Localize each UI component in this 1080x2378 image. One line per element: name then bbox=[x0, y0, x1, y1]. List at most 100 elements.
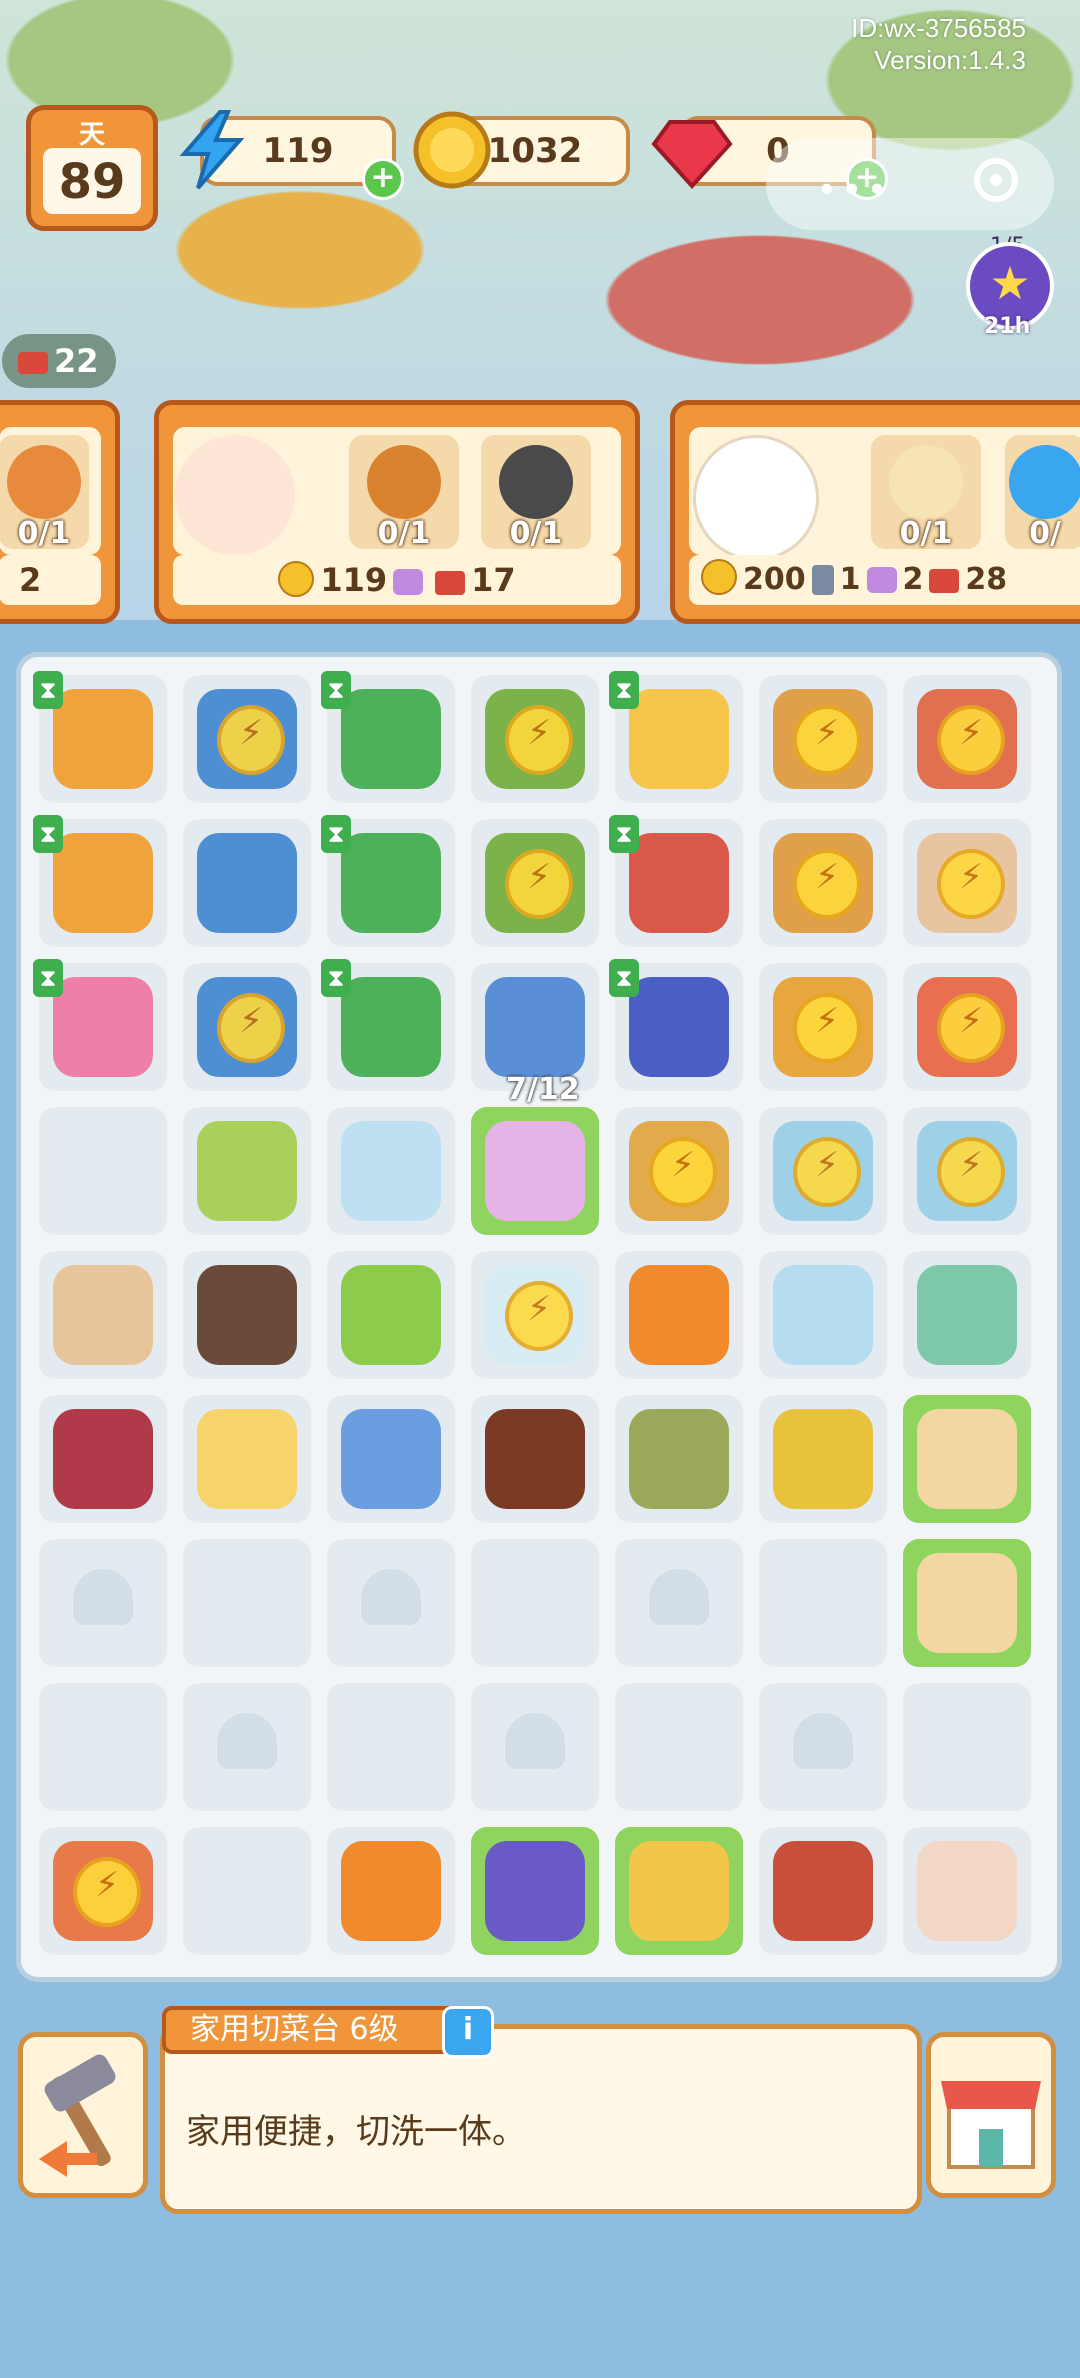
board-cell[interactable]: ⧗ bbox=[33, 671, 167, 803]
order-card-2[interactable]: 0/1 0/1 119 17 bbox=[154, 400, 640, 624]
hourglass-icon: ⧗ bbox=[609, 959, 639, 997]
board-cell[interactable] bbox=[327, 1395, 455, 1523]
board-cell[interactable] bbox=[39, 1683, 167, 1811]
card-icon bbox=[811, 565, 834, 595]
item-name-tag: 家用切菜台 6级 bbox=[162, 2006, 482, 2054]
board-cell[interactable] bbox=[903, 675, 1031, 803]
board-cell[interactable] bbox=[327, 1539, 455, 1667]
board-cell[interactable]: ⧗ bbox=[33, 815, 167, 947]
board-cell[interactable] bbox=[615, 1107, 743, 1235]
order-reward: 2 bbox=[0, 555, 101, 605]
board-cell[interactable] bbox=[327, 1827, 455, 1955]
board-cell[interactable] bbox=[615, 1683, 743, 1811]
board-cell[interactable] bbox=[903, 1251, 1031, 1379]
board-cell[interactable]: ⧗ bbox=[609, 959, 743, 1091]
locked-item-icon bbox=[793, 993, 861, 1063]
board-cell[interactable]: ⧗ bbox=[609, 671, 743, 803]
board-cell[interactable] bbox=[903, 1107, 1031, 1235]
reward-cards: 1 bbox=[839, 562, 861, 597]
board-cell[interactable] bbox=[39, 1827, 167, 1955]
coin-icon bbox=[413, 111, 491, 189]
board-cell[interactable] bbox=[471, 1395, 599, 1523]
board-cell[interactable] bbox=[615, 1251, 743, 1379]
board-cell[interactable] bbox=[183, 1539, 311, 1667]
ticket-icon bbox=[435, 571, 466, 595]
board-cell[interactable]: ⧗ bbox=[321, 959, 455, 1091]
add-energy-button[interactable]: + bbox=[362, 158, 404, 200]
board-cell[interactable] bbox=[759, 819, 887, 947]
board-cell[interactable] bbox=[39, 1107, 167, 1235]
board-cell[interactable]: ⧗ bbox=[33, 959, 167, 1091]
board-cell[interactable] bbox=[759, 1107, 887, 1235]
board-cell[interactable] bbox=[615, 1539, 743, 1667]
board-cell[interactable] bbox=[471, 1683, 599, 1811]
hammer-button[interactable] bbox=[18, 2032, 148, 2198]
chef-hat-placeholder-icon bbox=[793, 1713, 853, 1769]
board-cell[interactable]: ⧗ bbox=[609, 815, 743, 947]
board-cell-selected[interactable] bbox=[471, 1107, 599, 1235]
energy-icon bbox=[179, 110, 245, 190]
board-cell[interactable] bbox=[903, 1827, 1031, 1955]
board-cell[interactable] bbox=[39, 1251, 167, 1379]
board-cell[interactable] bbox=[39, 1539, 167, 1667]
board-cell[interactable] bbox=[183, 1251, 311, 1379]
hammer-icon bbox=[39, 2054, 116, 2177]
board-cell[interactable] bbox=[471, 819, 599, 947]
ticket-icon bbox=[929, 569, 960, 593]
ticket-counter[interactable]: 22 bbox=[2, 334, 116, 388]
toaster-icon bbox=[485, 977, 585, 1077]
order-item-slot: 0/1 bbox=[481, 435, 591, 551]
bacon-icon bbox=[773, 1841, 873, 1941]
board-cell[interactable] bbox=[183, 1107, 311, 1235]
board-cell[interactable] bbox=[327, 1107, 455, 1235]
oven-icon bbox=[629, 977, 729, 1077]
board-cell[interactable] bbox=[759, 963, 887, 1091]
close-target-icon[interactable] bbox=[974, 158, 1018, 202]
board-cell[interactable] bbox=[759, 1539, 887, 1667]
board-cell[interactable] bbox=[471, 675, 599, 803]
board-cell[interactable] bbox=[759, 675, 887, 803]
board-cell[interactable] bbox=[183, 675, 311, 803]
rice-bowl-icon bbox=[917, 1409, 1017, 1509]
board-cell[interactable] bbox=[903, 819, 1031, 947]
order-item-slot: 0/ bbox=[1005, 435, 1080, 551]
cutting-board-station-icon bbox=[53, 689, 153, 789]
board-cell[interactable] bbox=[471, 1539, 599, 1667]
board-cell[interactable] bbox=[183, 1683, 311, 1811]
board-cell[interactable] bbox=[903, 1539, 1031, 1667]
board-cell[interactable] bbox=[327, 1251, 455, 1379]
board-cell[interactable] bbox=[471, 1827, 599, 1955]
day-value: 89 bbox=[43, 148, 141, 214]
onion-dish-icon bbox=[485, 1121, 585, 1221]
shop-button[interactable] bbox=[926, 2032, 1056, 2198]
more-icon[interactable]: ••• bbox=[816, 170, 892, 211]
board-cell[interactable] bbox=[183, 963, 311, 1091]
order-card-1[interactable]: 0/1 2 bbox=[0, 400, 120, 624]
board-cell[interactable] bbox=[903, 1683, 1031, 1811]
board-cell[interactable] bbox=[759, 1251, 887, 1379]
order-card-3[interactable]: 0/1 0/ 200 1 2 28 bbox=[670, 400, 1080, 624]
order-slot-count: 0/ bbox=[1029, 516, 1061, 551]
order-item-slot: 0/1 bbox=[0, 435, 89, 551]
board-cell[interactable] bbox=[759, 1395, 887, 1523]
coin-icon bbox=[278, 561, 315, 597]
hourglass-icon: ⧗ bbox=[33, 815, 63, 853]
beer-mug-icon bbox=[197, 1409, 297, 1509]
board-cell[interactable] bbox=[759, 1683, 887, 1811]
board-cell[interactable] bbox=[183, 1395, 311, 1523]
board-cell[interactable] bbox=[615, 1395, 743, 1523]
board-cell[interactable] bbox=[183, 819, 311, 947]
board-cell[interactable] bbox=[327, 1683, 455, 1811]
board-cell[interactable] bbox=[471, 1251, 599, 1379]
board-cell[interactable]: ⧗ bbox=[321, 815, 455, 947]
board-cell[interactable] bbox=[183, 1827, 311, 1955]
info-button[interactable]: i bbox=[442, 2006, 494, 2058]
board-cell[interactable] bbox=[39, 1395, 167, 1523]
reward-tickets: 28 bbox=[965, 562, 1008, 597]
board-cell[interactable] bbox=[903, 963, 1031, 1091]
board-cell[interactable] bbox=[759, 1827, 887, 1955]
board-cell[interactable] bbox=[615, 1827, 743, 1955]
milk-carton-icon bbox=[341, 1121, 441, 1221]
board-cell[interactable]: ⧗ bbox=[321, 671, 455, 803]
board-cell[interactable] bbox=[903, 1395, 1031, 1523]
